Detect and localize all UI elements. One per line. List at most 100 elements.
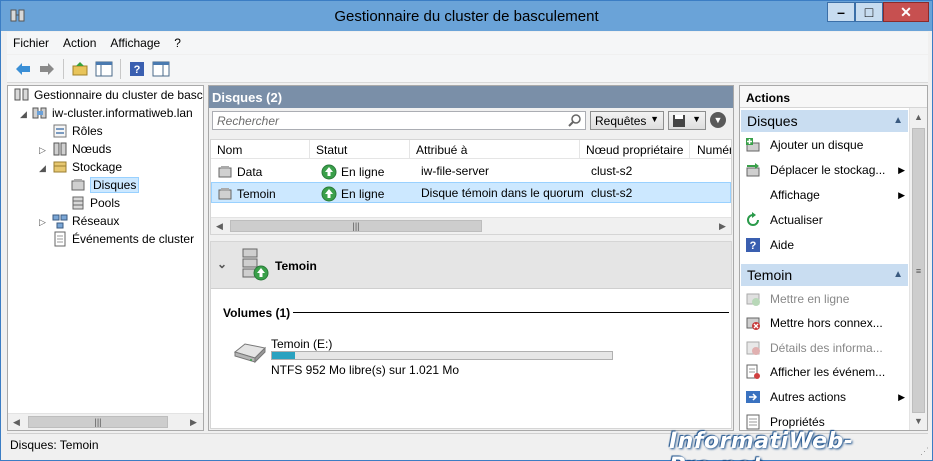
action-label: Aide (770, 238, 795, 252)
tree-item-root[interactable]: Gestionnaire du cluster de basculement (14, 86, 203, 104)
column-divider[interactable] (409, 140, 410, 158)
scroll-left-icon[interactable]: ◀ (211, 218, 228, 234)
disks-pane: Disques (2) Rechercher Requêtes ▼ ▼ ▼ No… (208, 85, 734, 431)
expand-arrow-icon[interactable]: ▷ (39, 145, 46, 156)
collapse-arrow-icon[interactable]: ◢ (39, 163, 46, 174)
disks-table: Nom Statut Attribué à Nœud propriétaire … (210, 139, 732, 235)
column-divider[interactable] (689, 140, 690, 158)
actions-section-disks[interactable]: Disques ▲ (741, 110, 908, 132)
table-row[interactable]: Temoin En ligne Disque témoin dans le qu… (211, 182, 731, 203)
expand-search-button[interactable]: ▼ (710, 112, 726, 128)
action-move-storage[interactable]: Déplacer le stockag... ▶ (741, 159, 908, 181)
column-header-status[interactable]: Statut (316, 143, 347, 157)
info-details-icon (746, 341, 760, 355)
tree-label-networks: Réseaux (72, 214, 120, 228)
help-button[interactable]: ? (127, 59, 147, 79)
action-add-disk[interactable]: Ajouter un disque (741, 134, 908, 156)
show-hide-tree-button[interactable] (94, 59, 114, 79)
table-horizontal-scrollbar[interactable]: ◀ ||| ▶ (211, 217, 731, 234)
collapse-arrow-icon[interactable]: ◢ (20, 109, 27, 120)
action-label: Ajouter un disque (770, 138, 864, 152)
action-label: Mettre hors connex... (770, 316, 883, 330)
action-help[interactable]: ? Aide (741, 234, 908, 256)
scroll-left-icon[interactable]: ◀ (8, 414, 25, 430)
disks-header: Disques (2) (209, 86, 733, 108)
menu-view[interactable]: Affichage (110, 36, 160, 50)
submenu-arrow-icon: ▶ (898, 189, 905, 200)
move-storage-icon (746, 163, 760, 177)
menu-action[interactable]: Action (63, 36, 96, 50)
scroll-down-icon[interactable]: ▼ (910, 412, 927, 429)
row-owner: clust-s2 (591, 186, 633, 200)
title-bar: Gestionnaire du cluster de basculement –… (1, 1, 932, 31)
action-take-offline[interactable]: Mettre hors connex... (741, 312, 908, 334)
action-label: Détails des informa... (770, 341, 883, 355)
tree-label-cluster: iw-cluster.informatiweb.lan (52, 106, 193, 120)
column-header-number[interactable]: Numéro (697, 143, 731, 157)
actions-section-temoin[interactable]: Temoin ▲ (741, 264, 908, 286)
table-row[interactable]: Data En ligne iw-file-server clust-s2 (211, 160, 731, 181)
maximize-button[interactable]: □ (855, 2, 883, 22)
tree-item-networks[interactable]: Réseaux (52, 212, 119, 230)
online-status-icon (321, 164, 337, 180)
volumes-header: Volumes (1) (223, 306, 291, 320)
expand-arrow-icon[interactable]: ▷ (39, 217, 46, 228)
svg-text:?: ? (134, 64, 141, 76)
up-folder-icon (72, 61, 88, 75)
action-more-actions[interactable]: Autres actions ▶ (741, 386, 908, 408)
action-label: Autres actions (770, 390, 847, 404)
collapse-chevron-icon[interactable]: ⌄ (217, 257, 227, 271)
scroll-thumb[interactable]: ≡ (912, 128, 925, 413)
minimize-button[interactable]: – (827, 2, 855, 22)
volume-info: NTFS 952 Mo libre(s) sur 1.021 Mo (271, 363, 460, 377)
action-view[interactable]: Affichage ▶ (741, 184, 908, 206)
scroll-right-icon[interactable]: ▶ (714, 218, 731, 234)
action-refresh[interactable]: Actualiser (741, 209, 908, 231)
tree-item-disks[interactable]: Disques (70, 176, 140, 194)
column-divider[interactable] (579, 140, 580, 158)
column-header-assigned[interactable]: Attribué à (416, 143, 467, 157)
online-status-icon (321, 186, 337, 202)
tree-item-pools[interactable]: Pools (70, 194, 120, 212)
up-folder-button[interactable] (70, 59, 90, 79)
collapse-triangle-icon: ▲ (893, 269, 903, 280)
queries-button[interactable]: Requêtes ▼ (590, 111, 664, 130)
scroll-thumb[interactable]: ||| (28, 416, 168, 428)
menu-help[interactable]: ? (174, 36, 181, 50)
close-button[interactable]: ✕ (883, 2, 929, 22)
column-header-owner[interactable]: Nœud propriétaire (586, 143, 683, 157)
tree-label-roles: Rôles (72, 124, 103, 138)
scroll-thumb[interactable]: ||| (230, 220, 482, 232)
search-input[interactable]: Rechercher (212, 111, 586, 130)
row-name-cell: Temoin (217, 186, 276, 202)
tree-item-events[interactable]: Événements de cluster (52, 230, 194, 248)
back-button[interactable] (13, 59, 33, 79)
scroll-right-icon[interactable]: ▶ (185, 414, 202, 430)
action-properties[interactable]: Propriétés (741, 411, 908, 430)
actions-vertical-scrollbar[interactable]: ▲ ≡ ▼ (909, 108, 927, 430)
column-header-name[interactable]: Nom (217, 143, 242, 157)
tree-item-nodes[interactable]: Nœuds (52, 140, 111, 158)
column-divider[interactable] (309, 140, 310, 158)
save-query-button[interactable]: ▼ (668, 111, 706, 130)
show-hide-action-pane-button[interactable] (151, 59, 171, 79)
action-label: Déplacer le stockag... (770, 163, 886, 177)
menu-file[interactable]: Fichier (13, 36, 49, 50)
volume-usage-bar (271, 351, 613, 360)
resize-grip-icon[interactable]: ⋰ (920, 446, 929, 457)
queries-label: Requêtes (595, 114, 647, 128)
scroll-up-icon[interactable]: ▲ (910, 108, 927, 125)
tree-item-roles[interactable]: Rôles (52, 122, 103, 140)
section-title: Temoin (747, 267, 793, 283)
action-show-events[interactable]: Afficher les événem... (741, 361, 908, 383)
console-tree-icon (95, 61, 113, 76)
action-label: Affichage (770, 188, 820, 202)
forward-button[interactable] (37, 59, 57, 79)
minimize-icon: – (837, 4, 845, 20)
add-disk-icon (746, 138, 760, 152)
tree-horizontal-scrollbar[interactable]: ◀ ||| ▶ (8, 413, 203, 430)
tree-item-storage[interactable]: Stockage (52, 158, 122, 176)
action-info-details: Détails des informa... (741, 337, 908, 359)
tree-item-cluster[interactable]: iw-cluster.informatiweb.lan (32, 104, 193, 122)
search-icon[interactable] (568, 113, 582, 127)
